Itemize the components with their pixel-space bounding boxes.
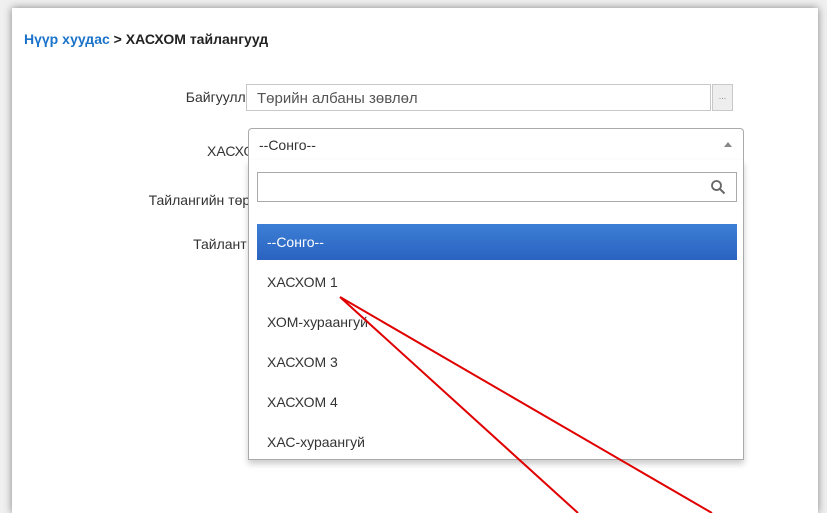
dropdown-option[interactable]: ХОМ-хураангуй <box>257 304 737 340</box>
hashom-dropdown: --Сонго-- ХАСХОМ 1 ХОМ-хураангуй ХАСХОМ … <box>248 160 744 460</box>
breadcrumb-separator: > <box>109 31 126 47</box>
hashom-selected-value: --Сонго-- <box>259 137 316 153</box>
breadcrumb: Нүүр хуудас > ХАСХОМ тайлангууд <box>24 31 268 47</box>
chevron-up-icon <box>724 142 732 147</box>
breadcrumb-current: ХАСХОМ тайлангууд <box>125 31 269 47</box>
dropdown-option[interactable]: ХАС-хураангуй <box>257 424 737 460</box>
dropdown-option[interactable]: ХАСХОМ 4 <box>257 384 737 420</box>
organization-field[interactable]: Төрийн албаны зөвлөл <box>246 84 711 111</box>
search-icon <box>711 180 726 195</box>
dropdown-search-input[interactable] <box>258 173 710 201</box>
breadcrumb-home-link[interactable]: Нүүр хуудас <box>24 31 110 47</box>
hashom-select[interactable]: --Сонго-- <box>248 128 744 161</box>
dropdown-option[interactable]: ХАСХОМ 3 <box>257 344 737 380</box>
dropdown-option[interactable]: --Сонго-- <box>257 224 737 260</box>
organization-browse-button[interactable]: ... <box>712 84 733 111</box>
dropdown-search-box <box>257 172 737 202</box>
dropdown-option[interactable]: ХАСХОМ 1 <box>257 264 737 300</box>
